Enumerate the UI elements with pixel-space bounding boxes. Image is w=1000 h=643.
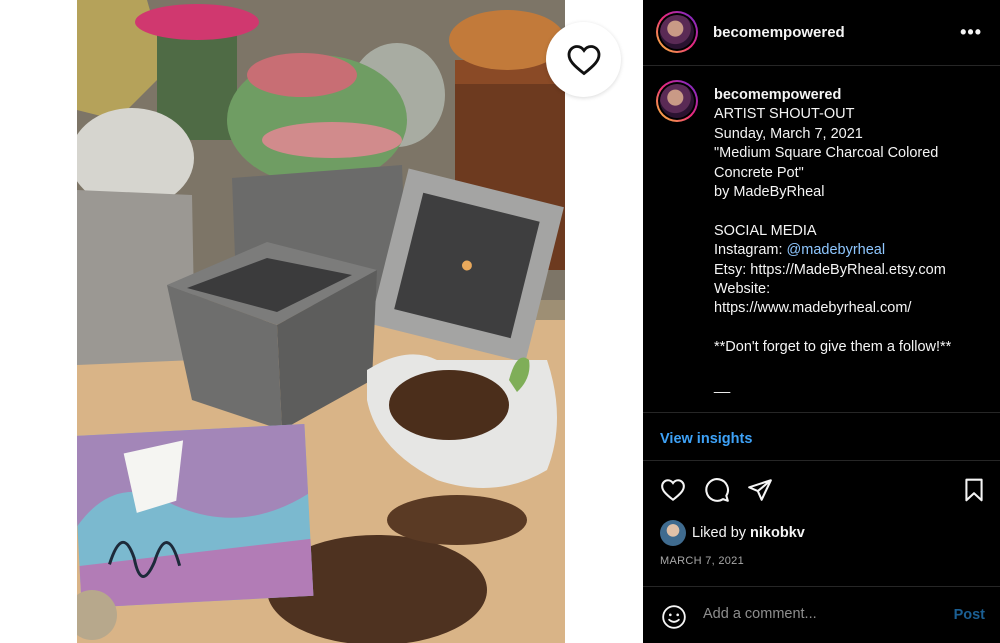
caption-text: becomempowered ARTIST SHOUT-OUT Sunday, … <box>714 86 994 396</box>
heart-icon[interactable] <box>660 477 686 503</box>
instagram-prefix: Instagram: <box>714 242 787 259</box>
post-header: becomempowered ••• <box>643 0 1000 66</box>
mention-link[interactable]: @madebyrheal <box>787 242 886 258</box>
caption-line: https://www.madebyrheal.com/ <box>714 300 912 317</box>
caption-line: ARTIST SHOUT-OUT <box>714 106 855 123</box>
paper-plane-icon[interactable] <box>747 477 773 503</box>
liked-by-prefix: Liked by <box>692 525 751 541</box>
post-comment-button[interactable]: Post <box>954 607 985 623</box>
like-overlay-button[interactable] <box>546 22 621 97</box>
view-insights-link[interactable]: View insights <box>660 431 752 447</box>
comment-bar: Add a comment... Post <box>643 586 1000 643</box>
caption-line: SOCIAL MEDIA <box>714 222 817 239</box>
caption-avatar[interactable] <box>656 80 698 122</box>
post-photo[interactable] <box>77 0 565 643</box>
caption-line: "Medium Square Charcoal Colored <box>714 145 939 162</box>
caption-line: Sunday, March 7, 2021 <box>714 125 863 142</box>
caption-line <box>714 319 994 338</box>
insights-row: View insights <box>643 414 1000 461</box>
heart-icon <box>567 44 600 75</box>
caption-line: Etsy: https://MadeByRheal.etsy.com <box>714 261 946 278</box>
caption-line: __ <box>714 378 731 395</box>
liker-avatar[interactable] <box>660 520 686 546</box>
author-avatar[interactable] <box>656 11 698 53</box>
post-side-panel: becomempowered ••• becomempowered ARTIST… <box>643 0 1000 643</box>
smiley-icon[interactable] <box>661 604 687 630</box>
post-media-area <box>0 0 643 643</box>
caption-line: Concrete Pot" <box>714 164 804 181</box>
caption-line <box>714 358 994 377</box>
comment-input[interactable]: Add a comment... <box>703 606 923 622</box>
caption-line: **Don't forget to give them a follow!** <box>714 339 952 356</box>
post-date[interactable]: MARCH 7, 2021 <box>660 555 744 567</box>
author-username[interactable]: becomempowered <box>713 24 845 41</box>
photo-illustration <box>77 0 565 643</box>
liked-by-text: Liked by nikobkv <box>692 525 805 541</box>
caption-line: by MadeByRheal <box>714 184 825 201</box>
liked-by-row: Liked by nikobkv <box>660 519 805 547</box>
bookmark-icon[interactable] <box>961 477 987 503</box>
caption-area: becomempowered ARTIST SHOUT-OUT Sunday, … <box>643 67 1000 413</box>
comment-icon[interactable] <box>704 477 730 503</box>
caption-username[interactable]: becomempowered <box>714 86 994 105</box>
caption-instagram-line: Instagram: @madebyrheal <box>714 241 994 260</box>
caption-line: Website: <box>714 281 771 298</box>
more-options-icon[interactable]: ••• <box>960 22 982 43</box>
liker-username[interactable]: nikobkv <box>750 525 805 541</box>
action-bar <box>643 462 1000 518</box>
caption-line <box>714 202 994 221</box>
